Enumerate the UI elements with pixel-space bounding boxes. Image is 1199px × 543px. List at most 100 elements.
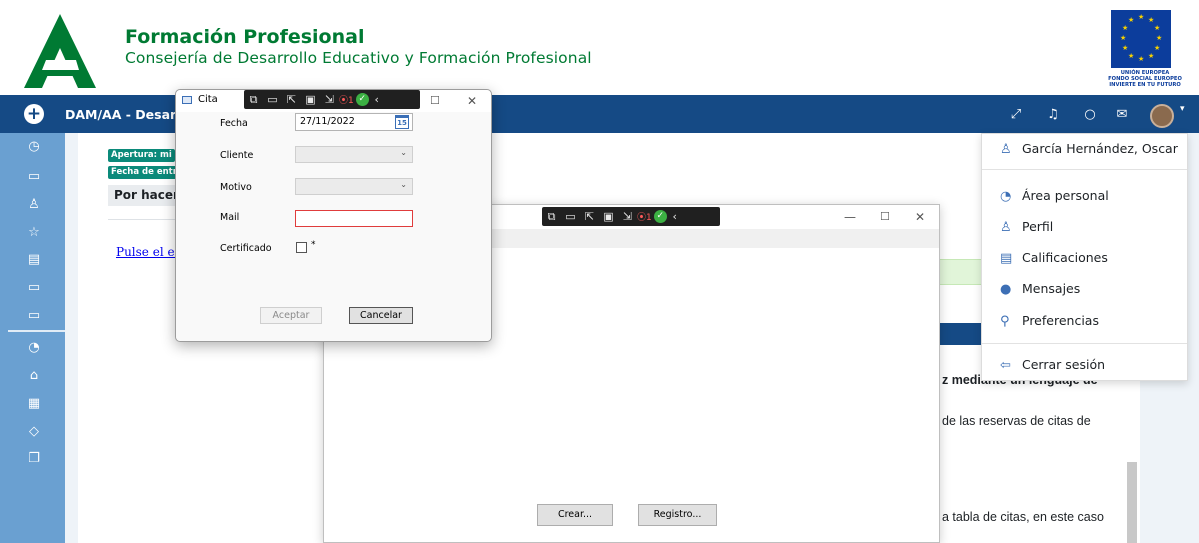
menu-item-label: Preferencias: [1022, 313, 1099, 328]
close-button[interactable]: ✕: [467, 94, 477, 108]
menu-item-area-personal[interactable]: ◔ Área personal: [1000, 187, 1109, 205]
menu-item-label: Perfil: [1022, 219, 1054, 234]
user-icon: ♙: [1000, 220, 1012, 235]
menu-item-mensajes[interactable]: ● Mensajes: [1000, 280, 1080, 298]
eu-caption-line3: INVIERTE EN TU FUTURO: [1109, 82, 1181, 88]
binding-error-count: 1: [646, 213, 652, 223]
users-icon[interactable]: ♙: [25, 196, 43, 214]
adorners-icon[interactable]: ▣: [301, 90, 320, 109]
debug-toolbar[interactable]: ⧉ ▭ ⇱ ▣ ⇲ ⦿1 ✓ ‹: [244, 90, 420, 109]
calendar-icon[interactable]: 15: [395, 115, 409, 129]
header-subtitle: Consejería de Desarrollo Educativo y For…: [125, 49, 592, 67]
display-layout-icon[interactable]: ▭: [263, 90, 282, 109]
expand-icon[interactable]: ⤢: [1007, 107, 1025, 123]
user-icon: ♙: [1000, 142, 1012, 157]
menu-item-label: Calificaciones: [1022, 250, 1108, 265]
cancelar-button[interactable]: Cancelar: [349, 307, 413, 324]
opening-badge: Apertura: mi: [108, 149, 175, 162]
eu-logo: ★ ★ ★ ★ ★ ★ ★ ★ ★ ★ ★ ★ UNIÓN EUROPEA FO…: [1096, 8, 1194, 90]
calendar-icon[interactable]: ▦: [25, 395, 43, 413]
clock-icon[interactable]: ◷: [25, 138, 43, 156]
user-name-item[interactable]: ♙ García Hernández, Oscar: [1000, 140, 1178, 158]
scrollbar-thumb[interactable]: [1127, 462, 1137, 543]
chat-icon[interactable]: ○: [1081, 107, 1099, 123]
binding-error-count: 1: [348, 96, 354, 106]
message-icon: ●: [1000, 282, 1012, 297]
window-icon: [182, 96, 192, 104]
dialog-title: Cita: [198, 94, 218, 105]
menu-item-logout[interactable]: ⇦ Cerrar sesión: [1000, 356, 1105, 374]
header-title: Formación Profesional: [125, 26, 365, 48]
chevron-down-icon: ⌄: [400, 180, 407, 189]
dashboard-icon[interactable]: ◔: [25, 339, 43, 357]
todo-label: Por hacer:: [108, 185, 178, 206]
user-name-label: García Hernández, Oscar: [1022, 141, 1178, 156]
required-mark: *: [311, 240, 316, 250]
eu-caption: UNIÓN EUROPEA FONDO SOCIAL EUROPEO INVIE…: [1096, 70, 1194, 88]
page-gutter-left: [65, 133, 78, 543]
maximize-button[interactable]: ☐: [880, 210, 890, 224]
menu-divider: [982, 169, 1187, 170]
sidebar-divider: [8, 330, 65, 332]
check-icon: ✓: [653, 210, 667, 223]
user-dropdown-menu: ♙ García Hernández, Oscar ◔ Área personal …: [981, 133, 1188, 381]
menu-item-perfil[interactable]: ♙ Perfil: [1000, 218, 1053, 236]
body-text-line: de las reservas de citas de: [942, 414, 1091, 428]
cliente-label: Cliente: [220, 150, 254, 161]
body-text-line: a tabla de citas, en este caso: [942, 510, 1104, 524]
grades-icon: ▤: [1000, 251, 1013, 266]
display-layout-icon[interactable]: ▭: [561, 207, 580, 226]
debug-toolbar[interactable]: ⧉ ▭ ⇱ ▣ ⇲ ⦿1 ✓ ‹: [542, 207, 720, 226]
maximize-button[interactable]: ☐: [430, 94, 440, 108]
menu-item-calificaciones[interactable]: ▤ Calificaciones: [1000, 249, 1108, 267]
certificado-checkbox[interactable]: [296, 242, 307, 253]
home-icon[interactable]: ⌂: [25, 367, 43, 385]
check-icon: ✓: [355, 93, 369, 106]
certificado-label: Certificado: [220, 243, 272, 254]
adorners-icon[interactable]: ▣: [599, 207, 618, 226]
fecha-datepicker[interactable]: 27/11/2022 15: [295, 113, 413, 131]
collapse-icon[interactable]: ‹: [670, 207, 680, 226]
crear-button[interactable]: Crear...: [537, 504, 613, 526]
binding-errors-icon[interactable]: ⦿1: [339, 96, 354, 106]
cliente-combobox[interactable]: ⌄: [295, 146, 413, 163]
select-element-icon[interactable]: ⧉: [542, 207, 561, 226]
dashboard-icon: ◔: [1000, 189, 1012, 204]
motivo-label: Motivo: [220, 182, 252, 193]
folder-icon[interactable]: ▭: [25, 168, 43, 186]
site-header: Formación Profesional Consejería de Desa…: [0, 0, 1199, 95]
registro-button[interactable]: Registro...: [638, 504, 717, 526]
menu-item-label: Área personal: [1022, 188, 1109, 203]
menu-item-preferencias[interactable]: ⚲ Preferencias: [1000, 312, 1099, 330]
star-icon[interactable]: ☆: [25, 224, 43, 242]
folder-icon[interactable]: ▭: [25, 279, 43, 297]
collapse-icon[interactable]: ‹: [372, 90, 382, 109]
divider: [108, 219, 178, 220]
hot-reload-icon[interactable]: ⇲: [618, 207, 637, 226]
select-element-icon[interactable]: ⧉: [244, 90, 263, 109]
binding-errors-icon[interactable]: ⦿1: [637, 213, 652, 223]
fecha-value: 27/11/2022: [300, 116, 355, 127]
aceptar-button[interactable]: Aceptar: [260, 307, 322, 324]
menu-divider: [982, 343, 1187, 344]
motivo-combobox[interactable]: ⌄: [295, 178, 413, 195]
avatar[interactable]: [1150, 104, 1174, 128]
cita-dialog: Cita ⧉ ▭ ⇱ ▣ ⇲ ⦿1 ✓ ‹ ☐ ✕ Fecha 27/11/2022 15 C…: [175, 89, 492, 342]
track-focus-icon[interactable]: ⇱: [580, 207, 599, 226]
dialog-body: Fecha 27/11/2022 15 Cliente ⌄ Motivo ⌄ M…: [176, 112, 491, 341]
graduation-icon[interactable]: ◇: [25, 423, 43, 441]
files-icon[interactable]: ❐: [25, 450, 43, 468]
eu-flag-icon: ★ ★ ★ ★ ★ ★ ★ ★ ★ ★ ★ ★: [1111, 10, 1171, 68]
mail-field[interactable]: [295, 210, 413, 227]
mail-icon[interactable]: ✉: [1113, 107, 1131, 123]
bell-icon[interactable]: ♫: [1044, 107, 1062, 123]
add-icon[interactable]: +: [24, 104, 44, 124]
hot-reload-icon[interactable]: ⇲: [320, 90, 339, 109]
chevron-down-icon[interactable]: ▾: [1180, 104, 1185, 114]
folder-icon[interactable]: ▭: [25, 307, 43, 325]
book-icon[interactable]: ▤: [25, 251, 43, 269]
minimize-button[interactable]: —: [844, 210, 856, 224]
track-focus-icon[interactable]: ⇱: [282, 90, 301, 109]
close-button[interactable]: ✕: [915, 210, 925, 224]
fecha-label: Fecha: [220, 118, 248, 129]
